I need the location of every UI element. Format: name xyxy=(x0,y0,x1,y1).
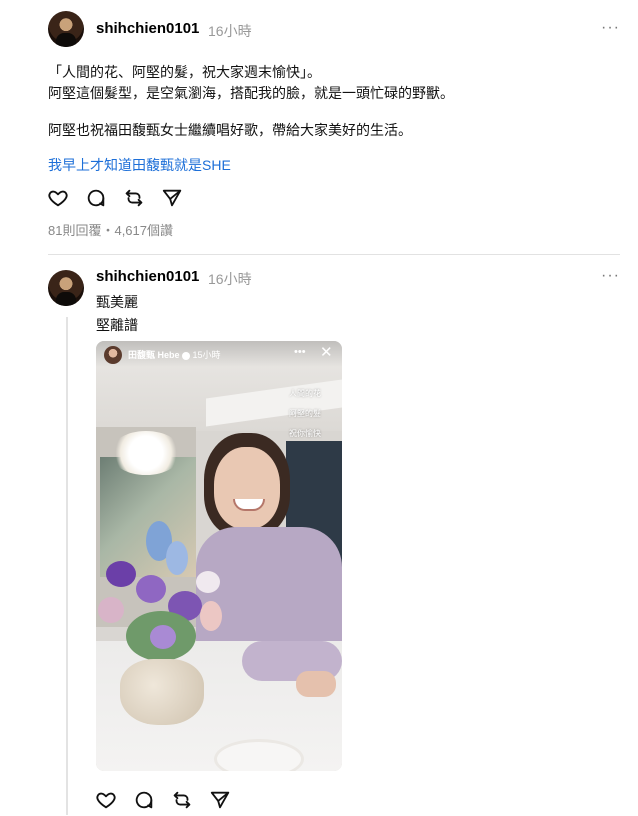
post-author-avatar[interactable] xyxy=(48,11,84,47)
story-time: 15小時 xyxy=(192,350,221,360)
reply-text-line-1: 甄美麗 xyxy=(96,294,138,310)
story-more-icon: ••• xyxy=(294,346,306,358)
heart-icon[interactable] xyxy=(95,789,117,816)
reply-action-bar xyxy=(95,789,231,816)
post-author-username[interactable]: shihchien0101 xyxy=(96,20,199,37)
post-text-line-1: 「人間的花、阿堅的髮，祝大家週末愉快」。 xyxy=(48,64,321,80)
post-more-options-button[interactable]: ··· xyxy=(601,19,620,37)
image-flower xyxy=(200,601,222,631)
image-pendant-lamp xyxy=(110,431,182,475)
reply-more-options-button[interactable]: ··· xyxy=(601,267,620,285)
image-cup xyxy=(214,739,304,771)
reply-timestamp[interactable]: 16小時 xyxy=(208,269,252,289)
image-flower xyxy=(136,575,166,603)
story-close-icon: ✕ xyxy=(320,344,333,361)
story-screenshot-image[interactable]: 田馥甄 Hebe 15小時 ••• ✕ 人間的花 阿堅的髮 祝你愉快 xyxy=(96,341,342,771)
story-overlay-text-3: 祝你愉快 xyxy=(289,429,321,438)
post-text-line-3: 阿堅也祝福田馥甄女士繼續唱好歌，帶給大家美好的生活。 xyxy=(48,122,412,138)
heart-icon[interactable] xyxy=(47,187,69,214)
image-person-face xyxy=(214,447,280,529)
reply-author-avatar[interactable] xyxy=(48,270,84,306)
post-divider xyxy=(48,254,620,255)
image-vase xyxy=(120,659,204,725)
comment-icon[interactable] xyxy=(133,789,155,816)
post-action-bar xyxy=(47,187,183,214)
image-flower xyxy=(150,625,176,649)
image-flower xyxy=(106,561,136,587)
send-icon[interactable] xyxy=(209,789,231,816)
image-flower xyxy=(196,571,220,593)
repost-icon[interactable] xyxy=(123,187,145,214)
comment-icon[interactable] xyxy=(85,187,107,214)
story-overlay-text-1: 人間的花 xyxy=(289,389,321,398)
story-author-name: 田馥甄 Hebe 15小時 xyxy=(128,348,221,361)
post-text-line-2: 阿堅這個髮型，是空氣瀏海，搭配我的臉，就是一頭忙碌的野獸。 xyxy=(48,85,454,101)
thread-line xyxy=(66,317,68,815)
post-link-text[interactable]: 我早上才知道田馥甄就是SHE xyxy=(48,155,231,175)
reply-text-line-2: 堅離譜 xyxy=(96,317,138,333)
post-timestamp[interactable]: 16小時 xyxy=(208,21,252,41)
image-flower xyxy=(98,597,124,623)
image-flower xyxy=(166,541,188,575)
send-icon[interactable] xyxy=(161,187,183,214)
story-author-label: 田馥甄 Hebe xyxy=(128,350,180,360)
post-engagement-stats[interactable]: 81則回覆・4,617個讚 xyxy=(48,220,173,239)
story-overlay-text-2: 阿堅的髮 xyxy=(289,409,321,418)
reply-author-username[interactable]: shihchien0101 xyxy=(96,268,199,285)
repost-icon[interactable] xyxy=(171,789,193,816)
image-person-hand xyxy=(296,671,336,697)
verified-badge-icon xyxy=(182,351,191,360)
story-author-avatar xyxy=(104,346,122,364)
